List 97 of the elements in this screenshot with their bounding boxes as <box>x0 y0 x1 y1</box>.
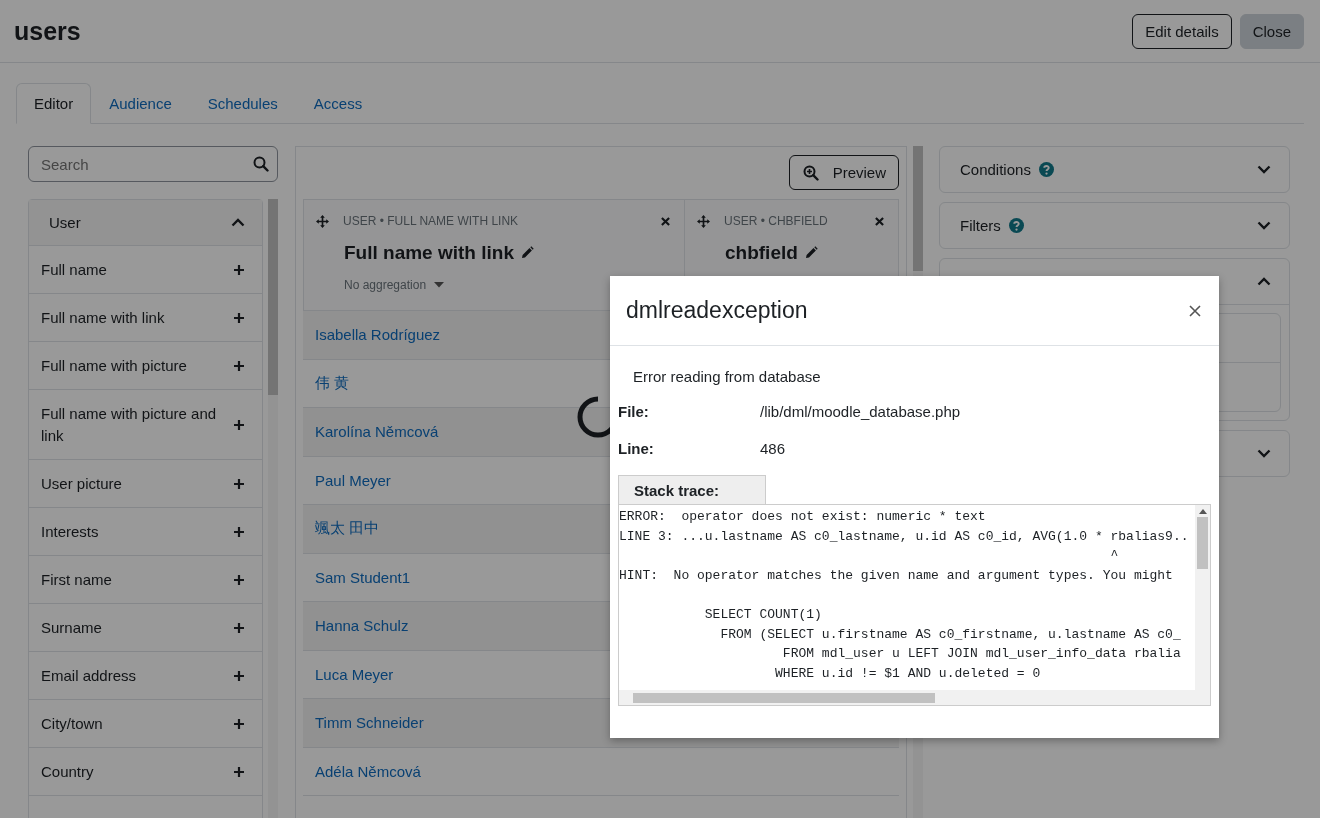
trace-line: HINT: No operator matches the given name and argument types. You might <box>619 566 1174 585</box>
detail-value: 486 <box>760 440 787 457</box>
user-link[interactable]: Hanna Schulz <box>315 617 409 635</box>
tab[interactable]: Editor <box>16 83 92 124</box>
detail-value: /lib/dml/moodle_database.php <box>760 403 962 420</box>
field-name: User picture <box>41 473 122 494</box>
user-link[interactable]: 伟 黄 <box>315 373 350 393</box>
preview-button[interactable]: Preview <box>788 155 899 190</box>
plus-icon[interactable] <box>234 360 245 371</box>
move-icon[interactable] <box>697 214 710 228</box>
user-link[interactable]: Karolína Němcová <box>315 423 439 441</box>
tab[interactable]: Access <box>295 83 381 124</box>
pencil-icon[interactable] <box>519 246 534 260</box>
tab[interactable]: Audience <box>91 83 190 124</box>
plus-icon[interactable] <box>234 312 245 323</box>
scrollbar[interactable] <box>619 690 1210 705</box>
page-title: users <box>14 16 81 46</box>
close-icon[interactable] <box>661 216 670 226</box>
column-source: USER • FULL NAME WITH LINK <box>343 214 520 228</box>
chevron-down-icon[interactable] <box>1257 449 1271 458</box>
field-name: First name <box>41 569 112 590</box>
aggregation-dropdown[interactable]: No aggregation <box>344 278 445 292</box>
field-name: Full name with picture and link <box>41 403 218 446</box>
field-name: Country <box>41 761 94 782</box>
search-icon <box>253 156 269 172</box>
trace-line: ERROR: operator does not exist: numeric * text <box>619 508 987 526</box>
field-list-item[interactable]: Interests <box>29 508 263 556</box>
close-icon[interactable] <box>875 216 884 226</box>
error-message: Error reading from database <box>633 368 822 385</box>
zoom-in-icon <box>802 164 819 181</box>
caret-icon <box>434 282 445 288</box>
user-link[interactable]: Adéla Němcová <box>315 762 421 780</box>
plus-icon[interactable] <box>234 622 245 633</box>
category-title: User <box>49 214 81 231</box>
plus-icon[interactable] <box>234 264 245 275</box>
field-list-item[interactable]: Full name with picture and link <box>29 390 263 460</box>
move-icon[interactable] <box>316 214 329 228</box>
field-name: Email address <box>41 665 137 686</box>
field-name: Surname <box>41 617 102 638</box>
field-list-item[interactable]: Full name with link <box>29 294 263 342</box>
header-button[interactable]: Edit details <box>1132 13 1232 49</box>
trace-line: FROM (SELECT u.firstname AS c0_firstname, u.lastname AS c0_ <box>719 625 1182 644</box>
dialog-title: dmlreadexception <box>626 297 808 324</box>
field-list-item[interactable]: Full name with picture <box>29 342 263 390</box>
field-name: Interests <box>41 521 99 542</box>
field-list-item[interactable]: Email address <box>29 652 263 700</box>
field-name: City/town <box>41 713 103 734</box>
field-list-item[interactable]: Country <box>29 748 263 796</box>
chevron-up-icon[interactable] <box>1257 277 1271 286</box>
plus-icon[interactable] <box>234 766 245 777</box>
plus-icon[interactable] <box>234 526 245 537</box>
card-title[interactable]: Conditions <box>960 161 1031 178</box>
plus-icon[interactable] <box>234 718 245 729</box>
field-list-item[interactable]: First name <box>29 556 263 604</box>
plus-icon[interactable] <box>234 670 245 681</box>
user-link[interactable]: Sam Student1 <box>315 568 411 586</box>
header-button[interactable]: Close <box>1239 13 1304 49</box>
close-icon[interactable] <box>1189 304 1201 317</box>
user-link[interactable]: Paul Meyer <box>315 471 391 489</box>
scrollbar[interactable] <box>268 199 278 818</box>
user-link[interactable]: Luca Meyer <box>315 665 394 683</box>
chevron-down-icon[interactable] <box>1257 165 1271 174</box>
field-name: Full name with link <box>41 307 165 328</box>
trace-line: FROM mdl_user u LEFT JOIN mdl_user_info_data rbalia <box>781 645 1182 664</box>
trace-line: ^ <box>1109 547 1120 566</box>
column-source: USER • CHBFIELD <box>724 214 829 228</box>
field-list-item[interactable]: Surname <box>29 604 263 652</box>
detail-label: Line: <box>618 440 655 457</box>
user-link[interactable]: Timm Schneider <box>315 714 424 732</box>
plus-icon[interactable] <box>234 419 245 430</box>
field-list-item[interactable]: City/town <box>29 700 263 748</box>
pencil-icon[interactable] <box>803 246 818 260</box>
field-name: Full name <box>41 259 107 280</box>
card-title[interactable]: Filters <box>960 217 1001 234</box>
help-icon[interactable] <box>1038 162 1054 177</box>
field-name: Full name with picture <box>41 355 187 376</box>
category-header[interactable]: User <box>29 200 263 246</box>
chevron-down-icon[interactable] <box>1257 221 1271 230</box>
scroll-up-arrow-icon[interactable] <box>1198 509 1207 514</box>
trace-line: SELECT COUNT(1) <box>703 605 823 624</box>
plus-icon[interactable] <box>234 478 245 489</box>
user-link[interactable]: 颯太 田中 <box>315 519 380 539</box>
field-list-item[interactable]: User picture <box>29 460 263 508</box>
search-field[interactable]: Search <box>28 146 278 182</box>
scroll-thumb[interactable] <box>1197 517 1208 569</box>
help-icon[interactable] <box>1008 218 1024 233</box>
column-heading[interactable]: Full name with link <box>344 242 514 264</box>
stack-trace-label: Stack trace: <box>618 475 766 504</box>
user-link[interactable]: Isabella Rodríguez <box>315 326 441 344</box>
detail-label: File: <box>618 403 650 420</box>
trace-line: WHERE u.id != $1 AND u.deleted = 0 <box>774 664 1042 683</box>
tab[interactable]: Schedules <box>189 83 296 124</box>
plus-icon[interactable] <box>234 574 245 585</box>
trace-line: LINE 3: ...u.lastname AS c0_lastname, u.id AS c0_id, AVG(1.0 * rbalias9.. <box>619 527 1190 546</box>
field-list-item[interactable]: Full name <box>29 246 263 294</box>
scrollbar[interactable] <box>1195 505 1210 690</box>
column-heading[interactable]: chbfield <box>725 242 798 264</box>
